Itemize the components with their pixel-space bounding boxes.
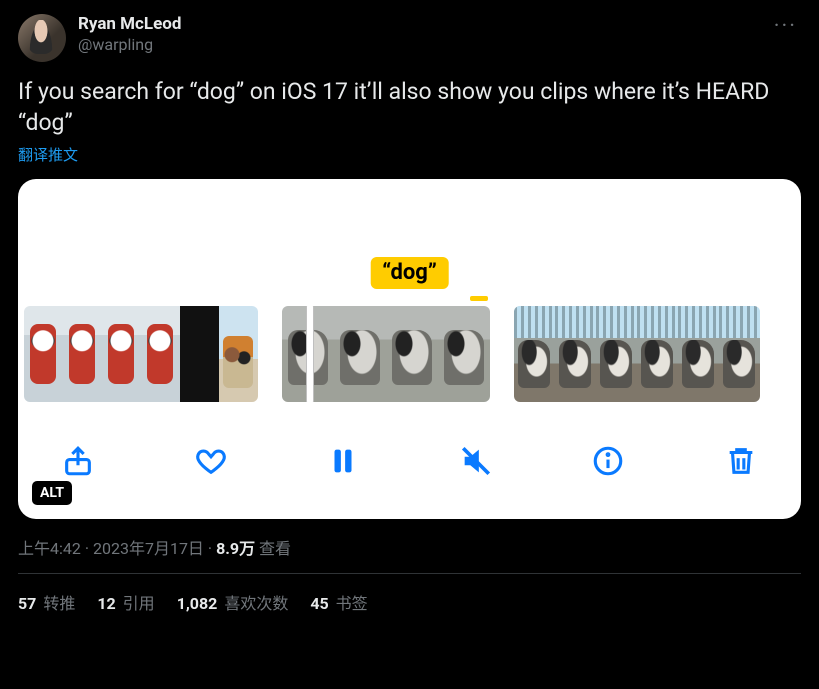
likes-count: 1,082: [177, 594, 218, 613]
clip-frame: [438, 306, 490, 402]
meta-sep: ·: [81, 539, 93, 558]
clip-frame: [141, 306, 180, 402]
search-match-tick: [470, 296, 488, 301]
playhead[interactable]: [306, 306, 314, 402]
display-name: Ryan McLeod: [78, 14, 181, 35]
clip-frame: [637, 306, 678, 402]
likes-stat[interactable]: 1,082 喜欢次数: [177, 590, 289, 614]
author-names[interactable]: Ryan McLeod @warpling: [78, 14, 181, 55]
meta-date[interactable]: 2023年7月17日: [93, 539, 204, 558]
likes-label: 喜欢次数: [220, 594, 288, 613]
clip-strip-1[interactable]: [24, 306, 258, 402]
clip-frame: [514, 306, 555, 402]
clip-frame: [386, 306, 438, 402]
delete-button[interactable]: [719, 441, 763, 485]
heart-icon: [194, 444, 228, 482]
handle: @warpling: [78, 35, 181, 55]
avatar[interactable]: [18, 14, 66, 62]
search-highlight-label: “dog”: [370, 257, 449, 289]
quotes-count: 12: [97, 594, 115, 613]
media-card[interactable]: “dog”: [18, 179, 801, 519]
media-toolbar: [18, 431, 801, 495]
tweet-stats: 57 转推 12 引用 1,082 喜欢次数 45 书签: [18, 574, 801, 614]
play-pause-button[interactable]: [321, 441, 365, 485]
pause-icon: [326, 444, 360, 482]
bookmarks-stat[interactable]: 45 书签: [310, 590, 367, 614]
mute-icon: [459, 444, 493, 482]
meta-time[interactable]: 上午4:42: [18, 539, 81, 558]
clip-strip-2[interactable]: [282, 306, 490, 402]
trash-icon: [724, 444, 758, 482]
tweet-container: Ryan McLeod @warpling ··· If you search …: [0, 0, 819, 614]
tweet-meta: 上午4:42 · 2023年7月17日 · 8.9万 查看: [18, 535, 801, 559]
bookmarks-count: 45: [310, 594, 328, 613]
clip-frame: [63, 306, 102, 402]
clip-frame: [334, 306, 386, 402]
clip-frame: [678, 306, 719, 402]
clip-strip-3[interactable]: [514, 306, 760, 402]
clip-frame: [24, 306, 63, 402]
bookmarks-label: 书签: [332, 594, 368, 613]
clip-frame: [219, 306, 258, 402]
clip-frame: [719, 306, 760, 402]
meta-sep: ·: [204, 539, 216, 558]
like-button[interactable]: [189, 441, 233, 485]
clip-frame: [596, 306, 637, 402]
share-icon: [61, 444, 95, 482]
info-icon: [591, 444, 625, 482]
mute-button[interactable]: [454, 441, 498, 485]
retweets-stat[interactable]: 57 转推: [18, 590, 75, 614]
views-label: 查看: [255, 539, 291, 558]
alt-badge[interactable]: ALT: [32, 481, 72, 505]
clip-frame: [555, 306, 596, 402]
tweet-text: If you search for “dog” on iOS 17 it’ll …: [18, 76, 778, 138]
share-button[interactable]: [56, 441, 100, 485]
clip-frame: [102, 306, 141, 402]
retweets-count: 57: [18, 594, 36, 613]
clip-frame: [180, 306, 219, 402]
quotes-label: 引用: [119, 594, 155, 613]
tweet-header: Ryan McLeod @warpling ···: [18, 14, 801, 62]
translate-link[interactable]: 翻译推文: [18, 144, 801, 165]
more-options-button[interactable]: ···: [770, 14, 801, 39]
views-count: 8.9万: [216, 539, 255, 558]
retweets-label: 转推: [39, 594, 75, 613]
video-timeline[interactable]: [18, 306, 801, 402]
info-button[interactable]: [586, 441, 630, 485]
quotes-stat[interactable]: 12 引用: [97, 590, 154, 614]
